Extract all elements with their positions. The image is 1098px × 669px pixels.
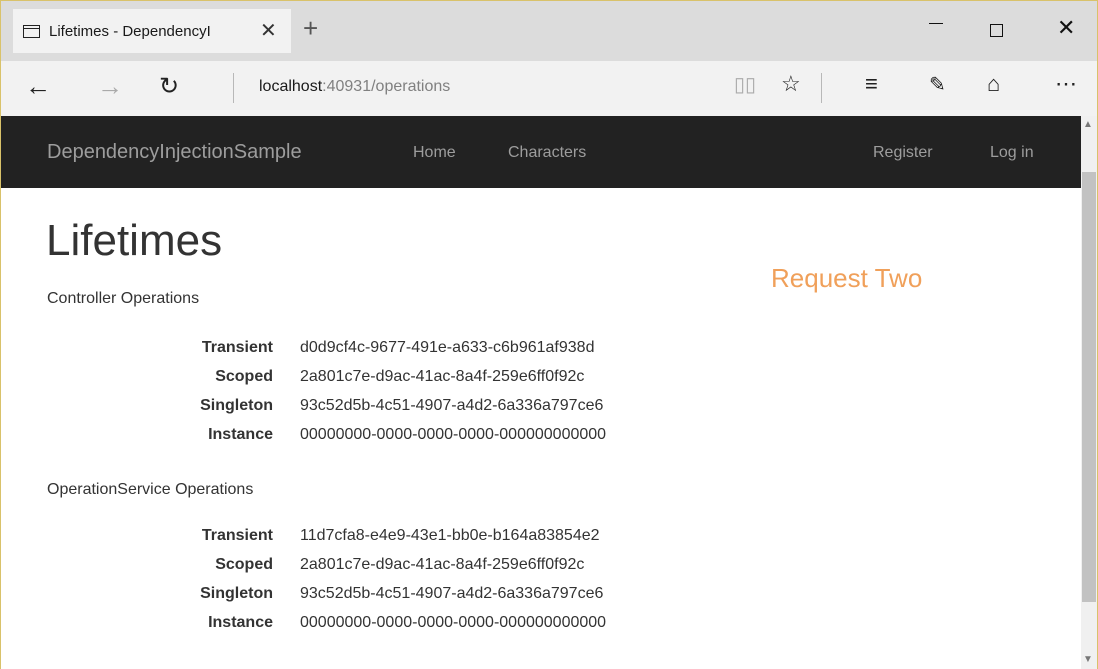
reading-view-icon[interactable]: ▯▯ bbox=[734, 75, 756, 95]
web-note-icon[interactable]: ✎ bbox=[929, 75, 946, 95]
operations-list: Transient 11d7cfa8-e4e9-43e1-bb0e-b164a8… bbox=[121, 521, 721, 637]
tab-icon bbox=[23, 24, 40, 38]
minimize-button[interactable] bbox=[929, 23, 943, 24]
url-field[interactable]: localhost:40931/operations bbox=[259, 78, 450, 96]
operation-value: 00000000-0000-0000-0000-000000000000 bbox=[300, 425, 607, 443]
section-heading: Controller Operations bbox=[47, 290, 200, 307]
tab-strip: Lifetimes - DependencyI ✕ + ✕ bbox=[1, 1, 1097, 61]
site-navbar: DependencyInjectionSample Home Character… bbox=[1, 116, 1081, 188]
more-icon[interactable]: ⋯ bbox=[1055, 73, 1077, 95]
hub-icon[interactable]: ≡ bbox=[865, 73, 878, 95]
operation-row: Transient 11d7cfa8-e4e9-43e1-bb0e-b164a8… bbox=[121, 521, 721, 550]
operation-row: Scoped 2a801c7e-d9ac-41ac-8a4f-259e6ff0f… bbox=[121, 362, 721, 391]
operation-row: Transient d0d9cf4c-9677-491e-a633-c6b961… bbox=[121, 333, 721, 362]
request-label: Request Two bbox=[771, 263, 923, 293]
refresh-icon[interactable]: ↻ bbox=[159, 75, 179, 99]
nav-link-register[interactable]: Register bbox=[873, 144, 933, 162]
new-tab-button[interactable]: + bbox=[303, 15, 318, 41]
operation-value: 00000000-0000-0000-0000-000000000000 bbox=[300, 613, 607, 631]
divider bbox=[233, 73, 234, 103]
operation-value: 93c52d5b-4c51-4907-a4d2-6a336a797ce6 bbox=[300, 584, 604, 602]
operation-row: Singleton 93c52d5b-4c51-4907-a4d2-6a336a… bbox=[121, 579, 721, 608]
operation-value: 11d7cfa8-e4e9-43e1-bb0e-b164a83854e2 bbox=[300, 526, 600, 544]
nav-link-login[interactable]: Log in bbox=[990, 144, 1034, 162]
tab-title: Lifetimes - DependencyI bbox=[49, 22, 211, 40]
url-host: localhost bbox=[259, 78, 323, 95]
section-heading: OperationService Operations bbox=[47, 481, 254, 498]
operation-key: Instance bbox=[208, 425, 273, 443]
operation-key: Transient bbox=[201, 526, 273, 544]
url-path: :40931/operations bbox=[322, 78, 451, 95]
operation-row: Singleton 93c52d5b-4c51-4907-a4d2-6a336a… bbox=[121, 391, 721, 420]
favorite-star-icon[interactable]: ☆ bbox=[781, 73, 801, 95]
back-icon[interactable]: ← bbox=[25, 73, 51, 99]
operation-value: 2a801c7e-d9ac-41ac-8a4f-259e6ff0f92c bbox=[300, 367, 585, 385]
browser-window: Lifetimes - DependencyI ✕ + ✕ ← → ↻ loca… bbox=[0, 0, 1098, 669]
page-content: DependencyInjectionSample Home Character… bbox=[1, 116, 1081, 669]
nav-link-characters[interactable]: Characters bbox=[508, 144, 586, 162]
divider bbox=[821, 73, 822, 103]
close-tab-icon[interactable]: ✕ bbox=[260, 21, 277, 41]
operation-key: Scoped bbox=[215, 367, 273, 385]
operation-value: 93c52d5b-4c51-4907-a4d2-6a336a797ce6 bbox=[300, 396, 604, 414]
browser-tab[interactable]: Lifetimes - DependencyI ✕ bbox=[13, 9, 291, 53]
operation-key: Transient bbox=[201, 338, 273, 356]
vertical-scrollbar[interactable]: ▲ ▼ bbox=[1081, 116, 1097, 669]
operation-key: Instance bbox=[208, 613, 273, 631]
maximize-button[interactable] bbox=[990, 24, 1003, 37]
address-bar: ← → ↻ localhost:40931/operations ▯▯ ☆ ≡ … bbox=[1, 61, 1097, 116]
operation-value: 2a801c7e-d9ac-41ac-8a4f-259e6ff0f92c bbox=[300, 555, 585, 573]
navbar-brand[interactable]: DependencyInjectionSample bbox=[47, 141, 302, 164]
operation-row: Instance 00000000-0000-0000-0000-0000000… bbox=[121, 608, 721, 637]
nav-link-home[interactable]: Home bbox=[413, 144, 456, 162]
operation-key: Scoped bbox=[215, 555, 273, 573]
scroll-down-icon[interactable]: ▼ bbox=[1083, 655, 1093, 665]
share-icon[interactable]: ⌂ bbox=[987, 73, 1000, 95]
operation-key: Singleton bbox=[200, 584, 273, 602]
forward-icon[interactable]: → bbox=[97, 73, 123, 99]
scroll-thumb[interactable] bbox=[1082, 172, 1096, 602]
operations-list: Transient d0d9cf4c-9677-491e-a633-c6b961… bbox=[121, 333, 721, 449]
operation-value: d0d9cf4c-9677-491e-a633-c6b961af938d bbox=[300, 338, 595, 356]
scroll-up-icon[interactable]: ▲ bbox=[1083, 120, 1093, 130]
close-window-button[interactable]: ✕ bbox=[1057, 17, 1075, 39]
operation-row: Instance 00000000-0000-0000-0000-0000000… bbox=[121, 420, 721, 449]
page-title: Lifetimes bbox=[46, 216, 223, 265]
operation-row: Scoped 2a801c7e-d9ac-41ac-8a4f-259e6ff0f… bbox=[121, 550, 721, 579]
operation-key: Singleton bbox=[200, 396, 273, 414]
